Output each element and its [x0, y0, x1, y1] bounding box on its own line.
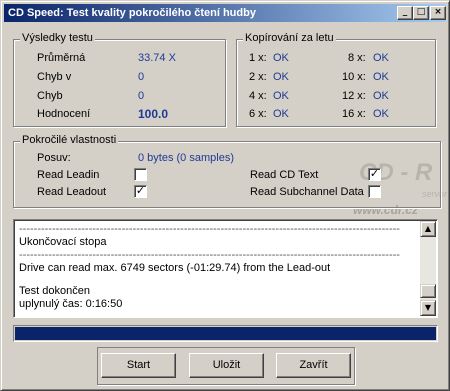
- read-cd-text-label: Read CD Text: [250, 169, 319, 181]
- copy-status-value: OK: [273, 52, 289, 64]
- average-speed-value: 33.74 X: [138, 52, 176, 64]
- copy-speed-label: 12 x:: [342, 90, 366, 102]
- errors-value: 0: [138, 90, 145, 102]
- close-button[interactable]: Zavřít: [276, 353, 351, 378]
- log-output[interactable]: ----------------------------------------…: [13, 219, 438, 318]
- errors-label: Chyb: [37, 90, 63, 102]
- log-line: uplynulý čas: 0:16:50: [19, 298, 123, 310]
- copy-speed-label: 4 x:: [249, 90, 267, 102]
- offset-label: Posuv:: [37, 152, 71, 164]
- offset-value: 0 bytes (0 samples): [138, 152, 234, 164]
- errors-in-value: 0: [138, 71, 145, 83]
- errors-in-label: Chyb v: [37, 71, 72, 83]
- average-speed-label: Průměrná: [37, 52, 86, 64]
- copy-speed-label: 16 x:: [342, 108, 366, 120]
- check-mark-icon: ✓: [369, 167, 380, 180]
- log-line: Ukončovací stopa: [19, 236, 107, 248]
- save-button[interactable]: Uložit: [189, 353, 264, 378]
- read-leadout-checkbox[interactable]: ✓: [134, 185, 147, 198]
- check-mark-icon: ✓: [135, 184, 146, 197]
- scroll-down-icon[interactable]: ▼: [420, 300, 436, 316]
- scroll-up-icon[interactable]: ▲: [420, 221, 436, 237]
- scroll-thumb[interactable]: [420, 284, 436, 298]
- log-line: Test dokončen: [19, 285, 90, 297]
- maximize-button[interactable]: □: [413, 6, 429, 20]
- advanced-group-title: Pokročilé vlastnosti: [20, 134, 119, 146]
- start-button[interactable]: Start: [101, 353, 176, 378]
- copy-status-value: OK: [273, 71, 289, 83]
- log-line: ----------------------------------------…: [19, 249, 400, 261]
- copy-speed-label: 8 x:: [348, 52, 366, 64]
- copy-speed-label: 10 x:: [342, 71, 366, 83]
- cd-speed-window: CD Speed: Test kvality pokročilého čtení…: [0, 0, 450, 391]
- close-window-button[interactable]: ×: [430, 6, 446, 20]
- log-scrollbar[interactable]: ▲ ▼: [420, 221, 436, 316]
- copy-speed-label: 6 x:: [249, 108, 267, 120]
- progress-fill: [15, 327, 436, 340]
- read-subchannel-data-label: Read Subchannel Data: [250, 186, 364, 198]
- read-cd-text-checkbox[interactable]: ✓: [368, 168, 381, 181]
- results-group-title: Výsledky testu: [20, 32, 95, 44]
- read-leadin-checkbox[interactable]: [134, 168, 147, 181]
- copy-status-value: OK: [373, 108, 389, 120]
- minimize-button[interactable]: _: [397, 6, 413, 20]
- window-title: CD Speed: Test kvality pokročilého čtení…: [8, 7, 256, 19]
- copy-status-value: OK: [373, 90, 389, 102]
- copy-speed-label: 2 x:: [249, 71, 267, 83]
- read-leadout-label: Read Leadout: [37, 186, 107, 198]
- log-line: Drive can read max. 6749 sectors (-01:29…: [19, 262, 331, 274]
- copy-status-value: OK: [273, 90, 289, 102]
- progress-bar: [13, 325, 438, 342]
- copy-speed-label: 1 x:: [249, 52, 267, 64]
- copy-status-value: OK: [373, 52, 389, 64]
- rating-value: 100.0: [138, 107, 169, 121]
- rating-label: Hodnocení: [37, 108, 91, 120]
- read-subchannel-data-checkbox[interactable]: [368, 185, 381, 198]
- log-line: ----------------------------------------…: [19, 223, 400, 235]
- copy-status-value: OK: [273, 108, 289, 120]
- title-bar[interactable]: CD Speed: Test kvality pokročilého čtení…: [4, 4, 446, 22]
- read-leadin-label: Read Leadin: [37, 169, 100, 181]
- copy-status-value: OK: [373, 71, 389, 83]
- copying-group-title: Kopírování za letu: [243, 32, 336, 44]
